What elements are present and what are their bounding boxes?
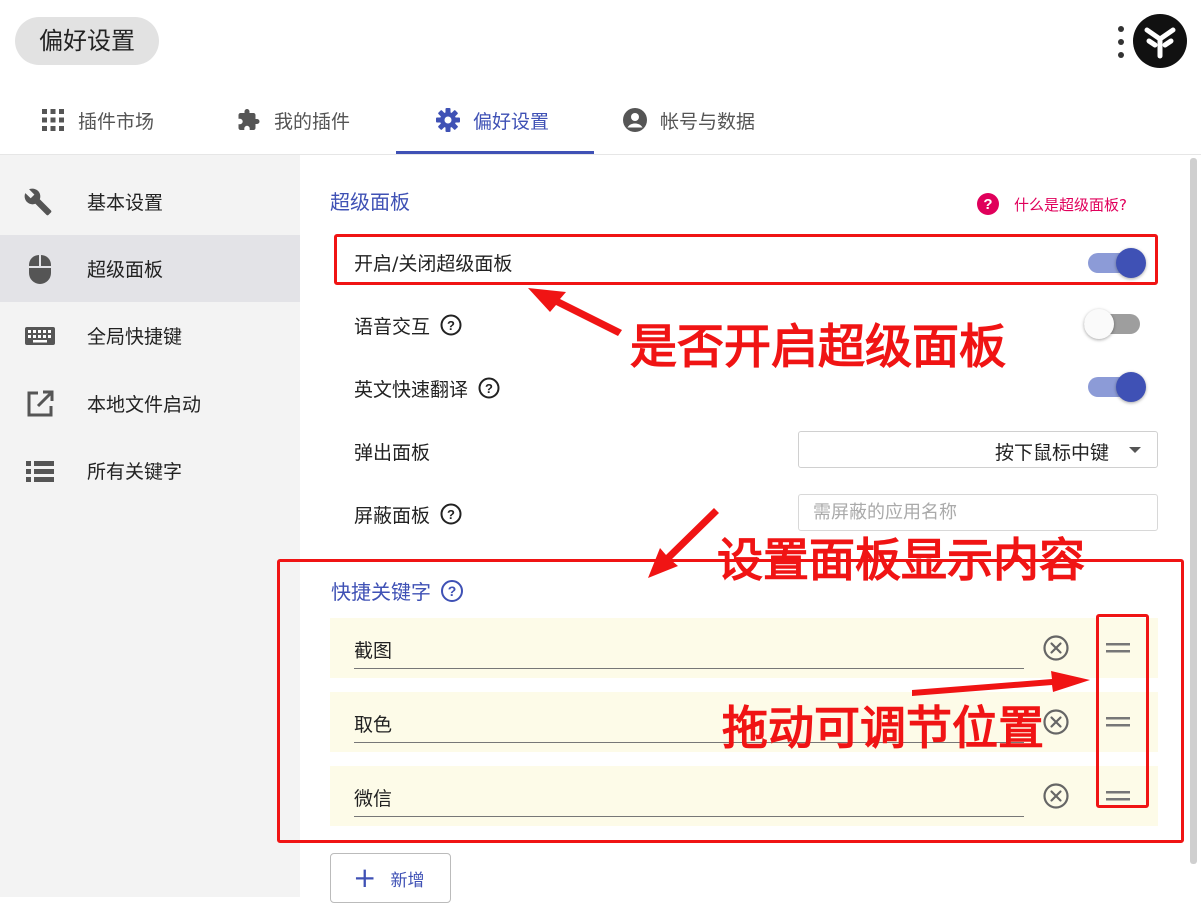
puzzle-icon <box>238 109 260 130</box>
svg-text:?: ? <box>447 318 455 333</box>
annotation-box-drag <box>1096 614 1149 808</box>
annotation-text-content: 设置面板显示内容 <box>717 533 1085 587</box>
mouse-icon <box>29 255 51 284</box>
list-icon <box>26 461 54 482</box>
sidebar-item-label: 超级面板 <box>87 259 164 281</box>
help-link-label: 什么是超级面板? <box>1014 195 1127 214</box>
open-external-icon <box>27 390 54 417</box>
wrench-icon <box>24 188 52 216</box>
help-outline-icon[interactable]: ? <box>478 377 500 399</box>
section-title-superpanel: 超级面板 <box>330 190 410 214</box>
voice-toggle-switch[interactable] <box>1084 307 1142 341</box>
plus-icon: + <box>353 861 377 894</box>
translate-row: 英文快速翻译 ? <box>354 374 500 402</box>
sidebar-item-label: 所有关键字 <box>87 461 183 483</box>
translate-toggle-switch[interactable] <box>1088 370 1146 404</box>
add-keyword-label: 新增 <box>390 870 425 891</box>
sidebar-item-label: 本地文件启动 <box>87 394 202 416</box>
tab-label: 我的插件 <box>274 110 351 133</box>
sidebar-item-hotkeys[interactable]: 全局快捷键 <box>0 302 300 369</box>
more-vert-icon[interactable] <box>1114 22 1128 62</box>
sidebar-item-label: 全局快捷键 <box>87 326 183 348</box>
sidebar-item-local-launch[interactable]: 本地文件启动 <box>0 370 300 437</box>
help-circle-icon: ? <box>977 193 999 215</box>
page-title: 偏好设置 <box>15 17 159 65</box>
sidebar-item-all-keywords[interactable]: 所有关键字 <box>0 437 300 504</box>
tab-my-plugins[interactable]: 我的插件 <box>236 96 350 144</box>
sidebar-item-superpanel[interactable]: 超级面板 <box>0 235 300 302</box>
caret-down-icon <box>1129 447 1141 453</box>
scrollbar[interactable] <box>1190 158 1197 864</box>
sidebar-item-basic[interactable]: 基本设置 <box>0 168 300 235</box>
annotation-arrow <box>528 288 622 336</box>
annotation-text-toggle: 是否开启超级面板 <box>630 320 1006 375</box>
block-label: 屏蔽面板 <box>354 504 431 527</box>
voice-label: 语音交互 <box>354 315 431 338</box>
account-circle-icon <box>623 108 647 132</box>
block-row: 屏蔽面板 ? <box>354 500 462 528</box>
svg-text:?: ? <box>447 507 455 522</box>
tab-plugin-market[interactable]: 插件市场 <box>40 96 154 144</box>
app-logo-icon[interactable] <box>1133 14 1187 68</box>
popup-trigger-select[interactable]: 按下鼠标中键 <box>798 431 1158 468</box>
help-link-superpanel[interactable]: ? 什么是超级面板? <box>976 192 1127 216</box>
tab-label: 插件市场 <box>78 110 155 133</box>
popup-label: 弹出面板 <box>354 441 431 464</box>
apps-grid-icon <box>42 109 64 131</box>
gear-icon <box>436 108 460 132</box>
help-outline-icon[interactable]: ? <box>440 314 462 336</box>
annotation-text-drag: 拖动可调节位置 <box>722 701 1044 755</box>
svg-text:?: ? <box>485 381 493 396</box>
tab-account-data[interactable]: 帐号与数据 <box>622 96 755 144</box>
svg-text:?: ? <box>983 196 992 213</box>
translate-label: 英文快速翻译 <box>354 378 469 401</box>
keyboard-icon <box>25 327 55 345</box>
voice-row: 语音交互 ? <box>354 311 462 339</box>
annotation-box-toggle <box>334 234 1158 285</box>
tab-preferences[interactable]: 偏好设置 <box>435 96 549 144</box>
help-outline-icon[interactable]: ? <box>440 503 462 525</box>
sidebar-item-label: 基本设置 <box>87 192 164 214</box>
tab-label: 偏好设置 <box>473 110 550 133</box>
popup-trigger-value: 按下鼠标中键 <box>994 442 1109 464</box>
add-keyword-button[interactable]: + 新增 <box>330 853 451 903</box>
tab-label: 帐号与数据 <box>660 110 756 133</box>
